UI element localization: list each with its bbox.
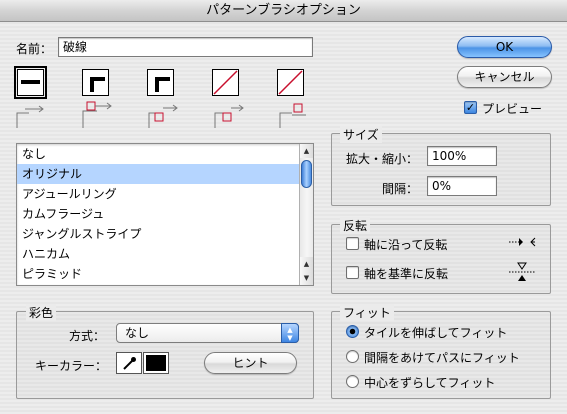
method-popup[interactable]: なし ▲ ▼: [116, 323, 299, 343]
end-tile-diagram-icon: [279, 103, 306, 128]
start-tile-diagram-icon: [214, 104, 244, 128]
side-tile-box[interactable]: [14, 66, 47, 99]
side-tile-diagram-icon: [16, 105, 44, 128]
flip-group-title: 反転: [340, 217, 371, 234]
method-value: なし: [125, 326, 150, 340]
list-item[interactable]: ジャングルストライプ: [17, 224, 313, 244]
list-item[interactable]: ハニカム: [17, 244, 313, 264]
outer-corner-diagram-icon: [82, 101, 112, 128]
colorization-group-title: 彩色: [26, 304, 57, 321]
list-item[interactable]: ピラミッド: [17, 264, 313, 284]
none-slash-icon: [213, 70, 238, 95]
preview-label: プレビュー: [482, 102, 543, 116]
none-slash-icon: [278, 70, 303, 95]
inner-corner-tile-icon: [155, 77, 170, 92]
flip-along-checkbox[interactable]: [346, 237, 359, 250]
list-item[interactable]: アジュールリング: [17, 184, 313, 204]
outer-corner-tile-icon: [90, 77, 105, 92]
popup-arrows-icon: ▲ ▼: [281, 323, 299, 343]
ok-button[interactable]: OK: [457, 36, 552, 58]
window-title: パターンブラシオプション: [0, 0, 567, 22]
fit-group-title: フィット: [340, 304, 394, 321]
fit-stretch-radio[interactable]: [346, 325, 359, 338]
key-color-swatch[interactable]: [143, 352, 169, 374]
inner-corner-tile-box[interactable]: [147, 69, 174, 96]
preview-checkbox[interactable]: ✓: [464, 101, 477, 114]
scroll-up-icon[interactable]: ▲: [300, 257, 313, 271]
start-tile-box[interactable]: [212, 69, 239, 96]
list-item[interactable]: オリジナル: [17, 164, 313, 184]
pattern-list[interactable]: なし オリジナル アジュールリング カムフラージュ ジャングルストライプ ハニカ…: [16, 143, 314, 286]
flip-across-icon: [509, 262, 535, 281]
scale-label: 拡大・縮小：: [346, 152, 419, 166]
cancel-button[interactable]: キャンセル: [457, 66, 552, 88]
scroll-up-icon[interactable]: ▲: [300, 144, 313, 158]
spacing-label: 間隔：: [382, 182, 419, 196]
outer-corner-tile-box[interactable]: [82, 69, 109, 96]
inner-corner-diagram-icon: [148, 104, 178, 128]
flip-along-icon: [509, 237, 536, 247]
spacing-field[interactable]: 0%: [427, 176, 497, 196]
side-tile-icon: [21, 80, 40, 84]
name-field[interactable]: 破線: [58, 37, 313, 57]
list-item[interactable]: なし: [17, 144, 313, 164]
scroll-down-icon[interactable]: ▼: [300, 271, 313, 285]
pattern-brush-options-dialog: パターンブラシオプション 名前： 破線 OK キャンセル ✓ プレビュー なし …: [0, 0, 567, 414]
hint-button[interactable]: ヒント: [204, 352, 297, 374]
flip-across-label: 軸を基準に反転: [364, 267, 449, 281]
method-label: 方式：: [69, 329, 106, 343]
list-scrollbar[interactable]: ▲ ▲ ▼: [299, 144, 313, 285]
eyedropper-button[interactable]: [116, 352, 142, 374]
scroll-thumb[interactable]: [301, 160, 312, 188]
key-color-label: キーカラー：: [35, 359, 108, 373]
eyedropper-icon: [123, 357, 136, 370]
fit-stretch-label: タイルを伸ばしてフィット: [364, 326, 508, 340]
scale-field[interactable]: 100%: [427, 146, 497, 166]
name-label: 名前：: [16, 42, 53, 56]
flip-across-checkbox[interactable]: [346, 266, 359, 279]
list-item[interactable]: カムフラージュ: [17, 204, 313, 224]
size-group-title: サイズ: [340, 126, 382, 143]
fit-space-radio[interactable]: [346, 350, 359, 363]
flip-along-label: 軸に沿って反転: [364, 238, 448, 252]
fit-approximate-label: 中心をずらしてフィット: [364, 376, 496, 390]
end-tile-box[interactable]: [277, 69, 304, 96]
fit-approximate-radio[interactable]: [346, 375, 359, 388]
fit-space-label: 間隔をあけてパスにフィット: [364, 351, 520, 365]
